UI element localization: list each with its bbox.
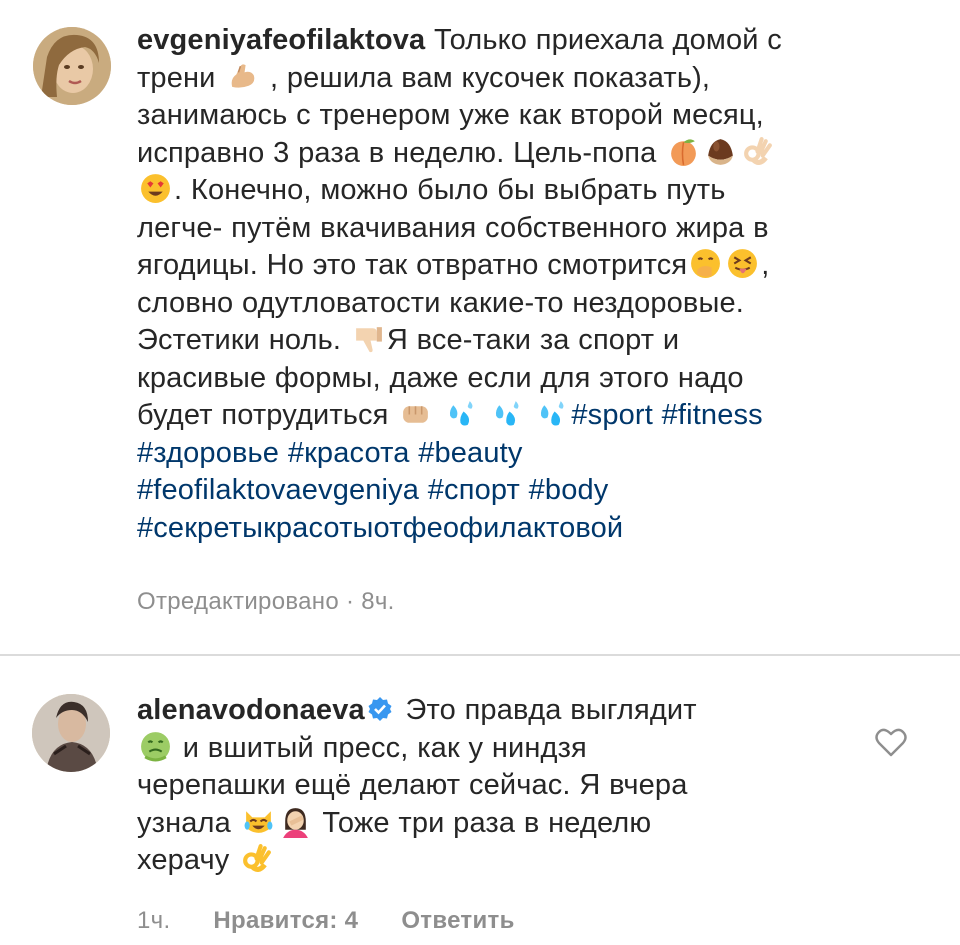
caption-line: исправно 3 раза в неделю. Цель-попа	[137, 136, 657, 169]
ok-hand-icon	[741, 135, 774, 168]
heart-outline-icon[interactable]	[875, 727, 907, 757]
post-username[interactable]: evgeniyafeofilaktova	[137, 24, 425, 56]
divider	[0, 654, 960, 656]
caption-line: ,	[761, 249, 770, 281]
heart-eyes-icon	[139, 172, 172, 205]
caption-line: , решила вам кусочек показать),	[269, 61, 711, 94]
peach-icon	[667, 135, 700, 168]
caption-line: красивые формы, даже если для этого надо	[137, 361, 744, 394]
hand-over-mouth-icon	[689, 247, 722, 280]
comment-line: черепашки ещё делают сейчас. Я вчера	[137, 769, 688, 801]
hashtag-link[interactable]: #fitness	[662, 399, 763, 431]
nauseated-face-icon	[139, 730, 172, 763]
avatar[interactable]	[32, 694, 110, 772]
caption-line: Эстетики ноль.	[137, 324, 342, 356]
hashtag-link[interactable]: #здоровье	[137, 437, 279, 469]
avatar[interactable]	[33, 27, 111, 105]
comment-text: alenavodonaeva Это правда выглядит и вши…	[137, 692, 837, 880]
comment-line: узнала	[137, 806, 231, 839]
comment-line: херачу	[137, 844, 230, 876]
hashtag-link[interactable]: #feofilaktovaevgeniya	[137, 474, 419, 506]
hashtag-link[interactable]: #красота	[288, 437, 410, 469]
caption-line: словно одутловатости какие-то нездоровые…	[137, 286, 744, 319]
fist-icon	[399, 397, 432, 430]
caption-line: Я все-таки за спорт и	[386, 324, 680, 356]
post-caption: evgeniyafeofilaktova Только приехала дом…	[0, 0, 960, 652]
caption-line: ягодицы. Но это так отвратно смотрится	[137, 249, 688, 281]
caption-line: . Конечно, можно было бы выбрать путь	[174, 174, 726, 206]
hashtag-link[interactable]: #спорт	[428, 474, 520, 506]
reply-button[interactable]: Ответить	[401, 907, 514, 934]
hashtag-link[interactable]: #body	[529, 474, 609, 506]
comment-time: 1ч.	[137, 907, 171, 934]
sweat-droplets-icon	[536, 397, 569, 430]
comment-actions: 1ч. Нравится: 4 Ответить	[137, 907, 551, 935]
hashtag-link[interactable]: #beauty	[418, 437, 522, 469]
comment-line: и вшитый пресс, как у ниндзя	[182, 731, 587, 764]
comment-line: Тоже три раза в неделю	[322, 806, 652, 839]
sweat-droplets-icon	[445, 397, 478, 430]
caption-text: evgeniyafeofilaktova Только приехала дом…	[137, 22, 927, 547]
caption-line: занимаюсь с тренером уже как второй меся…	[137, 99, 764, 131]
verified-badge-icon	[367, 696, 393, 722]
hashtag-link[interactable]: #секретыкрасотыотфеофилактовой	[137, 512, 623, 544]
sweat-droplets-icon	[491, 397, 524, 430]
thumbs-down-icon	[352, 322, 385, 355]
ok-hand-icon	[240, 842, 273, 875]
caption-line: легче- путём вкачивания собственного жир…	[137, 211, 769, 244]
chestnut-icon	[704, 135, 737, 168]
cat-tears-of-joy-icon	[242, 805, 275, 838]
comment-line: Это правда выглядит	[405, 694, 697, 726]
woman-facepalming-icon	[279, 805, 312, 838]
caption-line: Только приехала домой с	[434, 24, 782, 56]
flexed-biceps-icon	[226, 60, 259, 93]
comment-username[interactable]: alenavodonaeva	[137, 694, 365, 726]
caption-line: будет потрудиться	[137, 399, 389, 431]
post-edited-time: Отредактировано · 8ч.	[137, 588, 395, 615]
hashtag-link[interactable]: #sport	[571, 399, 653, 431]
likes-count-button[interactable]: Нравится: 4	[213, 907, 358, 934]
caption-line: трени	[137, 61, 216, 94]
squinting-tongue-icon	[726, 247, 759, 280]
